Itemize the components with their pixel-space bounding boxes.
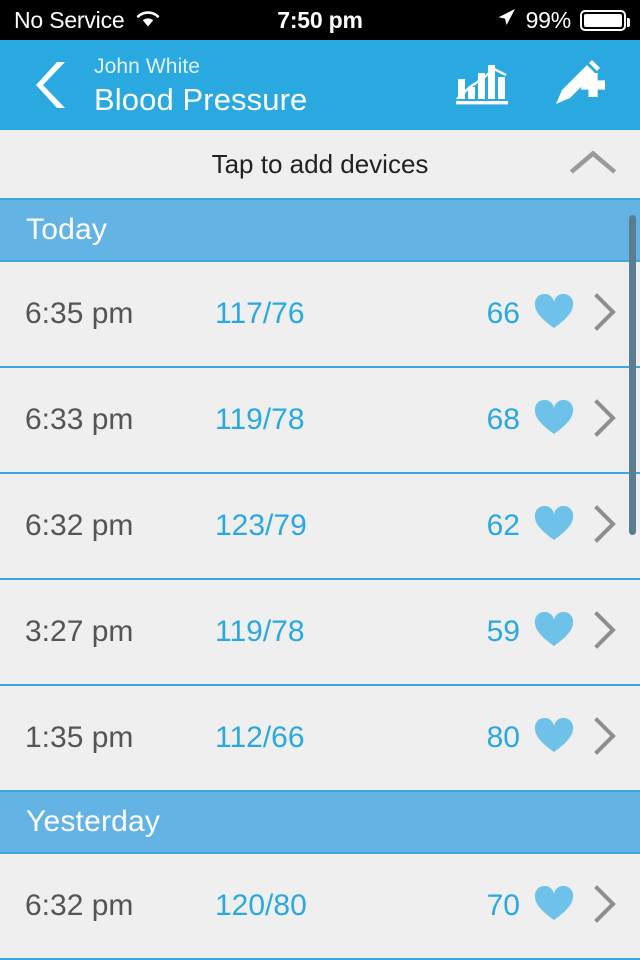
table-row[interactable]: 6:33 pm 119/78 68: [0, 368, 640, 474]
pulse-value: 62: [486, 509, 520, 542]
blood-pressure-value: 123/79: [215, 509, 307, 542]
chevron-right-icon[interactable]: [592, 716, 618, 761]
pulse-value: 80: [486, 721, 520, 754]
navigation-bar: John White Blood Pressure: [0, 40, 640, 130]
table-row[interactable]: 6:35 pm 117/76 66: [0, 262, 640, 368]
nav-title-group: John White Blood Pressure: [94, 56, 307, 115]
reading-time: 6:32 pm: [25, 889, 134, 922]
chevron-right-icon[interactable]: [592, 504, 618, 549]
reading-right-group: 70: [487, 884, 618, 929]
table-row[interactable]: 6:32 pm 120/80 70: [0, 854, 640, 960]
add-devices-label: Tap to add devices: [211, 148, 429, 179]
chevron-right-icon[interactable]: [592, 610, 618, 655]
blood-pressure-value: 117/76: [215, 297, 305, 330]
chevron-up-icon[interactable]: [569, 148, 617, 181]
reading-time: 6:32 pm: [25, 509, 134, 542]
app-screen: No Service 7:50 pm 99% John White Blood …: [0, 0, 640, 960]
location-arrow-icon: [495, 6, 517, 34]
section-title: Today: [26, 213, 108, 246]
section-header: Today: [0, 200, 640, 262]
battery-percent-label: 99%: [525, 6, 572, 33]
reading-right-group: 80: [487, 716, 618, 761]
heart-icon: [534, 611, 574, 653]
pulse-value: 70: [486, 889, 520, 922]
reading-right-group: 59: [487, 610, 618, 655]
add-devices-bar[interactable]: Tap to add devices: [0, 130, 640, 200]
blood-pressure-value: 120/80: [215, 889, 307, 922]
readings-list: Today 6:35 pm 117/76 66 6:33 pm 119/78 68 6:32 …: [0, 200, 640, 960]
table-row[interactable]: 1:35 pm 112/66 80: [0, 686, 640, 792]
heart-icon: [534, 505, 574, 547]
pulse-value: 68: [486, 403, 520, 436]
heart-icon: [534, 717, 574, 759]
reading-time: 6:35 pm: [25, 297, 134, 330]
reading-time: 6:33 pm: [25, 403, 134, 436]
reading-time: 1:35 pm: [25, 721, 134, 754]
bar-chart-icon[interactable]: [456, 59, 508, 112]
reading-right-group: 68: [487, 398, 618, 443]
scroll-indicator[interactable]: [629, 215, 636, 535]
status-bar-right: 99%: [495, 6, 630, 34]
chevron-left-icon: [36, 62, 65, 108]
pencil-plus-icon[interactable]: [554, 58, 608, 113]
blood-pressure-value: 112/66: [215, 721, 305, 754]
nav-subtitle: John White: [94, 54, 201, 78]
pulse-value: 66: [486, 297, 520, 330]
back-button[interactable]: [30, 56, 76, 114]
heart-icon: [534, 399, 574, 441]
section-title: Yesterday: [26, 805, 161, 838]
battery-full-icon: [580, 9, 630, 31]
table-row[interactable]: 3:27 pm 119/78 59: [0, 580, 640, 686]
section-header: Yesterday: [0, 792, 640, 854]
status-bar: No Service 7:50 pm 99%: [0, 0, 640, 40]
reading-time: 3:27 pm: [25, 615, 134, 648]
nav-actions: [456, 58, 618, 113]
page-title: Blood Pressure: [94, 81, 308, 117]
reading-right-group: 62: [487, 504, 618, 549]
pulse-value: 59: [486, 615, 520, 648]
carrier-label: No Service: [14, 6, 125, 33]
blood-pressure-value: 119/78: [215, 403, 305, 436]
blood-pressure-value: 119/78: [215, 615, 305, 648]
chevron-right-icon[interactable]: [592, 398, 618, 443]
heart-icon: [534, 885, 574, 927]
chevron-right-icon[interactable]: [592, 292, 618, 337]
wifi-icon: [135, 7, 161, 34]
table-row[interactable]: 6:32 pm 123/79 62: [0, 474, 640, 580]
status-bar-left: No Service: [14, 7, 161, 34]
chevron-right-icon[interactable]: [592, 884, 618, 929]
heart-icon: [534, 293, 574, 335]
reading-right-group: 66: [487, 292, 618, 337]
